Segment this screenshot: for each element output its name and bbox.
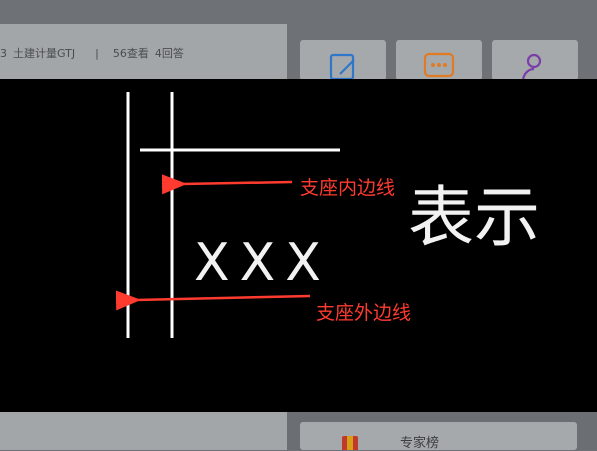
outer-edge-label: 支座外边线 [316,302,411,324]
cad-drawing: 支座内边线 支座外边线 XXX 表示 [115,92,540,338]
dimension-placeholder-text: XXX [194,233,331,293]
handwritten-note: 表示 [408,179,540,256]
inner-edge-label: 支座内边线 [300,177,395,199]
inner-edge-arrow [161,174,293,195]
outer-edge-arrow [115,290,311,311]
